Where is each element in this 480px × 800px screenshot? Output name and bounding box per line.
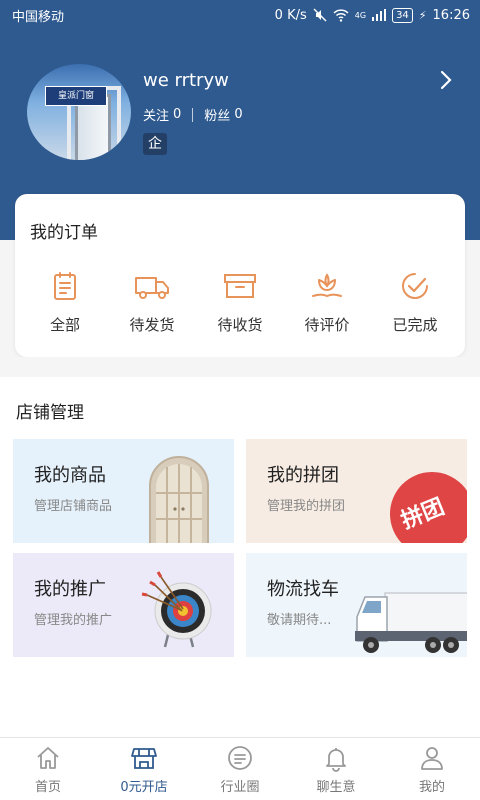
signal-icon bbox=[372, 9, 387, 21]
order-to-ship[interactable]: 待发货 bbox=[112, 270, 192, 335]
flower-icon bbox=[312, 273, 342, 298]
follow-stats: 关注 0 粉丝 0 bbox=[143, 105, 243, 124]
clock: 16:26 bbox=[432, 7, 470, 23]
tile-group-buy[interactable]: 我的拼团 管理我的拼团 拼团 bbox=[246, 439, 467, 543]
clipboard-icon bbox=[54, 272, 76, 300]
tab-open-store[interactable]: 0元开店 bbox=[96, 738, 192, 800]
tab-label: 聊生意 bbox=[316, 780, 356, 795]
order-label: 待发货 bbox=[129, 316, 175, 334]
order-all[interactable]: 全部 bbox=[25, 270, 105, 335]
order-to-receive[interactable]: 待收货 bbox=[200, 270, 280, 335]
divider bbox=[192, 107, 194, 122]
tile-subtitle: 管理我的拼团 bbox=[267, 499, 346, 514]
battery-indicator: 34 bbox=[392, 7, 413, 23]
tab-home[interactable]: 首页 bbox=[0, 738, 96, 800]
wifi-icon bbox=[333, 8, 349, 22]
truck-illustration bbox=[355, 592, 467, 653]
bottom-tab-bar: 首页 0元开店 行业圈 聊生意 我的 bbox=[0, 737, 480, 800]
check-circle-icon bbox=[402, 273, 428, 299]
avatar[interactable]: 皇派门窗 bbox=[27, 64, 131, 160]
tile-my-promotion[interactable]: 我的推广 管理我的推广 bbox=[13, 553, 234, 657]
tab-industry-circle[interactable]: 行业圈 bbox=[192, 738, 288, 800]
tile-subtitle: 敬请期待... bbox=[267, 613, 332, 628]
orders-title: 我的订单 bbox=[30, 223, 98, 243]
tile-title: 我的拼团 bbox=[267, 465, 339, 486]
order-completed[interactable]: 已完成 bbox=[375, 270, 455, 335]
tile-subtitle: 管理我的推广 bbox=[34, 613, 113, 628]
enterprise-badge: 企 bbox=[143, 133, 167, 155]
store-icon bbox=[131, 748, 157, 769]
truck-icon bbox=[135, 277, 169, 299]
status-bar: 中国移动 0 K/s 4G 34 ⚡ 16:26 bbox=[0, 0, 480, 30]
username[interactable]: we rrtryw bbox=[143, 70, 229, 91]
fans-label[interactable]: 粉丝 bbox=[204, 105, 230, 124]
section-divider bbox=[0, 357, 480, 377]
tile-logistics[interactable]: 物流找车 敬请期待... bbox=[246, 553, 467, 657]
follow-label[interactable]: 关注 bbox=[143, 105, 169, 124]
network-speed: 0 K/s bbox=[274, 7, 307, 23]
orders-card: 我的订单 全部 待发货 待收货 待评价 已完成 bbox=[15, 194, 465, 357]
target-illustration bbox=[141, 571, 212, 648]
tab-label: 0元开店 bbox=[120, 780, 168, 795]
chevron-right-icon[interactable] bbox=[434, 68, 458, 92]
chat-icon bbox=[228, 746, 252, 770]
tab-mine[interactable]: 我的 bbox=[384, 738, 480, 800]
tab-label: 我的 bbox=[418, 780, 445, 795]
bell-icon bbox=[326, 748, 346, 772]
tile-title: 我的推广 bbox=[34, 579, 106, 600]
store-section-title: 店铺管理 bbox=[16, 403, 84, 423]
arched-door-illustration bbox=[149, 456, 209, 543]
box-icon bbox=[224, 274, 256, 298]
fans-count[interactable]: 0 bbox=[234, 107, 242, 122]
order-label: 待评价 bbox=[304, 316, 350, 334]
home-icon bbox=[37, 747, 59, 769]
tab-label: 行业圈 bbox=[220, 780, 260, 795]
tile-title: 物流找车 bbox=[267, 579, 339, 600]
carrier-label: 中国移动 bbox=[12, 9, 65, 25]
network-type: 4G bbox=[354, 10, 367, 20]
group-buy-stamp-text: 拼团 bbox=[397, 494, 449, 535]
user-icon bbox=[421, 747, 443, 770]
order-label: 待收货 bbox=[217, 316, 263, 334]
charging-icon: ⚡ bbox=[418, 8, 427, 22]
order-to-review[interactable]: 待评价 bbox=[287, 270, 367, 335]
order-label: 已完成 bbox=[392, 316, 438, 334]
order-label: 全部 bbox=[49, 316, 80, 334]
tile-subtitle: 管理店铺商品 bbox=[34, 499, 113, 514]
tab-label: 首页 bbox=[34, 780, 61, 795]
follow-count[interactable]: 0 bbox=[173, 107, 181, 122]
tile-my-products[interactable]: 我的商品 管理店铺商品 bbox=[13, 439, 234, 543]
avatar-brand-logo: 皇派门窗 bbox=[45, 86, 107, 106]
group-buy-stamp: 拼团 bbox=[390, 472, 467, 543]
tab-business-chat[interactable]: 聊生意 bbox=[288, 738, 384, 800]
tile-title: 我的商品 bbox=[34, 465, 106, 486]
mute-icon bbox=[313, 8, 327, 22]
